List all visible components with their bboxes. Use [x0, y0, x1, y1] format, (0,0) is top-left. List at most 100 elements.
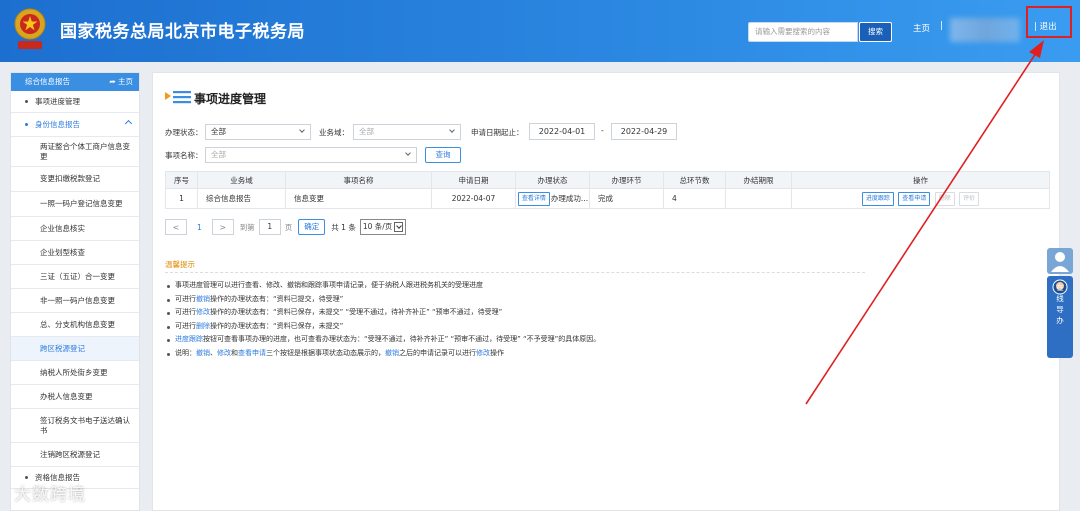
tip-line: 说明：撤销、修改和查看申请三个按钮是根据事项状态动态展示的，撤销之后的申请记录可…: [165, 347, 600, 361]
nav-separator: |: [940, 21, 944, 31]
view-application-button[interactable]: 查看申请: [898, 191, 931, 206]
list-icon: [165, 91, 191, 104]
table-row: 1 综合信息报告 信息变更 2022-04-07 查看详情 办理成功... 完成 …: [165, 188, 1050, 209]
evaluate-button[interactable]: 评价: [959, 191, 980, 206]
cell-index: 1: [165, 188, 198, 209]
tip-line: 事项进度管理可以进行查看、修改、撤销和跟踪事项申请记录，便于纳税人跟进税务机关的…: [165, 279, 600, 293]
home-link[interactable]: 主页: [913, 22, 930, 34]
cell-domain: 综合信息报告: [197, 188, 286, 209]
sidebar-item-non-one-code-change[interactable]: 非一照一码户信息变更: [11, 289, 139, 313]
tips-list: 事项进度管理可以进行查看、修改、撤销和跟踪事项申请记录，便于纳税人跟进税务机关的…: [165, 279, 600, 360]
sidebar-item-withholding-change[interactable]: 变更扣缴税款登记: [11, 167, 139, 192]
chevron-down-icon: [394, 222, 404, 232]
column-header: 办结期限: [725, 171, 792, 189]
view-detail-button[interactable]: 查看详情: [517, 191, 550, 206]
date-start-input[interactable]: 2022-04-01: [529, 123, 595, 140]
cell-date: 2022-04-07: [431, 188, 516, 209]
site-title: 国家税务总局北京市电子税务局: [60, 22, 305, 42]
sidebar: 综合信息报告 ➦ 主页 事项进度管理 身份信息报告 两证整合个体工商户信息变更 …: [10, 72, 140, 511]
column-header: 事项名称: [285, 171, 432, 189]
main-panel: 事项进度管理 办理状态： 全部 业务域： 全部 申请日期起止： 2022-04-…: [152, 72, 1060, 511]
user-name-blurred: [950, 18, 1020, 42]
chevron-up-icon: [124, 119, 133, 128]
cell-deadline: [725, 188, 792, 209]
progress-table: 序号 业务域 事项名称 申请日期 办理状态 办理环节 总环节数 办结期限 操作 …: [165, 171, 1050, 209]
sidebar-header-title: 综合信息报告: [25, 77, 70, 86]
date-range-label: 申请日期起止：: [471, 128, 524, 137]
chevron-down-icon: [299, 127, 305, 133]
tip-line: 可进行修改操作的办理状态有：“资料已保存，未提交” “受理不通过，待补齐补正” …: [165, 306, 600, 320]
status-select[interactable]: 全部: [205, 124, 311, 140]
status-filter-label: 办理状态：: [165, 128, 203, 137]
sidebar-item-individual-business-change[interactable]: 两证整合个体工商户信息变更: [11, 137, 139, 167]
pagination: < 1 > 到第 1 页 确定 共 1 条 10 条/页: [165, 219, 407, 235]
query-button[interactable]: 查询: [425, 147, 461, 163]
person-icon: [1051, 252, 1069, 272]
tip-line: 进度跟踪按钮可查看事项办理的进度，也可查看办理状态为：“受理不通过，待补齐补正”…: [165, 333, 600, 347]
column-header: 总环节数: [663, 171, 726, 189]
sidebar-item-multi-cert-change[interactable]: 三证（五证）合一变更: [11, 265, 139, 289]
chevron-down-icon: [449, 127, 455, 133]
date-separator: -: [601, 126, 604, 135]
goto-confirm-button[interactable]: 确定: [298, 219, 326, 235]
item-name-select[interactable]: 全部: [205, 147, 417, 163]
column-header: 操作: [791, 171, 1050, 189]
cell-total-steps: 4: [663, 188, 726, 209]
sidebar-item-enterprise-verify[interactable]: 企业信息核实: [11, 217, 139, 241]
domain-filter-label: 业务域：: [319, 128, 349, 137]
national-emblem-icon: [14, 8, 46, 49]
watermark-logo: 大数跨境: [14, 485, 86, 505]
date-end-input[interactable]: 2022-04-29: [611, 123, 677, 140]
sidebar-item-progress-management[interactable]: 事项进度管理: [11, 91, 139, 113]
user-avatar-icon: [1047, 248, 1073, 274]
cell-actions: 进度跟踪 查看申请 删除 评价: [791, 188, 1050, 209]
tip-line: 可进行撤销操作的办理状态有：“资料已提交，待受理”: [165, 293, 600, 307]
search-button[interactable]: 搜索: [859, 22, 892, 42]
tips-title: 温馨提示: [165, 260, 195, 269]
sidebar-item-cross-region-registration[interactable]: 跨区税源登记: [11, 337, 139, 361]
sidebar-group-identity-report[interactable]: 身份信息报告: [11, 113, 139, 137]
bullet-icon: [25, 123, 28, 126]
online-guide-label: 在线导办: [1056, 283, 1064, 325]
tip-line: 可进行删除操作的办理状态有：“资料已保存，未提交”: [165, 320, 600, 334]
bullet-icon: [25, 100, 28, 103]
goto-page-input[interactable]: 1: [258, 219, 281, 235]
column-header: 办理环节: [589, 171, 664, 189]
current-page[interactable]: 1: [197, 223, 202, 232]
sidebar-item-street-change[interactable]: 纳税人所处街乡变更: [11, 361, 139, 385]
page-unit-label: 页: [284, 222, 293, 232]
bullet-icon: [25, 476, 28, 479]
cell-item-name: 信息变更: [285, 188, 432, 209]
logout-link[interactable]: | 退出: [1034, 20, 1057, 32]
column-header: 办理状态: [515, 171, 590, 189]
sidebar-item-branch-change[interactable]: 总、分支机构信息变更: [11, 313, 139, 337]
back-arrow-icon: ➦: [109, 77, 118, 86]
sidebar-item-enterprise-type-check[interactable]: 企业划型核查: [11, 241, 139, 265]
track-progress-button[interactable]: 进度跟踪: [861, 191, 894, 206]
sidebar-item-agent-change[interactable]: 办税人信息变更: [11, 385, 139, 409]
chevron-down-icon: [405, 150, 411, 156]
online-guide-widget[interactable]: 在线导办: [1047, 248, 1073, 358]
cell-status: 查看详情 办理成功...: [515, 188, 590, 209]
column-header: 业务域: [197, 171, 286, 189]
status-text: 办理成功...: [550, 193, 589, 203]
prev-page-button[interactable]: <: [165, 219, 187, 235]
sidebar-home-link[interactable]: ➦ 主页: [109, 73, 133, 91]
next-page-button[interactable]: >: [211, 219, 234, 235]
table-header-row: 序号 业务域 事项名称 申请日期 办理状态 办理环节 总环节数 办结期限 操作: [165, 171, 1050, 189]
item-name-label: 事项名称：: [165, 151, 203, 160]
sidebar-item-e-delivery-confirm[interactable]: 签订税务文书电子送达确认书: [11, 409, 139, 443]
domain-select[interactable]: 全部: [353, 124, 461, 140]
sidebar-item-one-code-change[interactable]: 一照一码户登记信息变更: [11, 192, 139, 217]
column-header: 申请日期: [431, 171, 516, 189]
delete-button[interactable]: 删除: [934, 191, 955, 206]
tips-divider: [165, 272, 865, 273]
search-input[interactable]: 请输入需要搜索的内容: [748, 22, 858, 42]
cell-step: 完成: [589, 188, 664, 209]
sidebar-item-cancel-cross-region[interactable]: 注销跨区税源登记: [11, 443, 139, 467]
page-size-select[interactable]: 10 条/页: [359, 219, 407, 235]
page-title: 事项进度管理: [194, 92, 267, 106]
goto-label: 到第: [239, 222, 255, 232]
column-header: 序号: [165, 171, 198, 189]
total-count: 共 1 条: [331, 222, 356, 232]
